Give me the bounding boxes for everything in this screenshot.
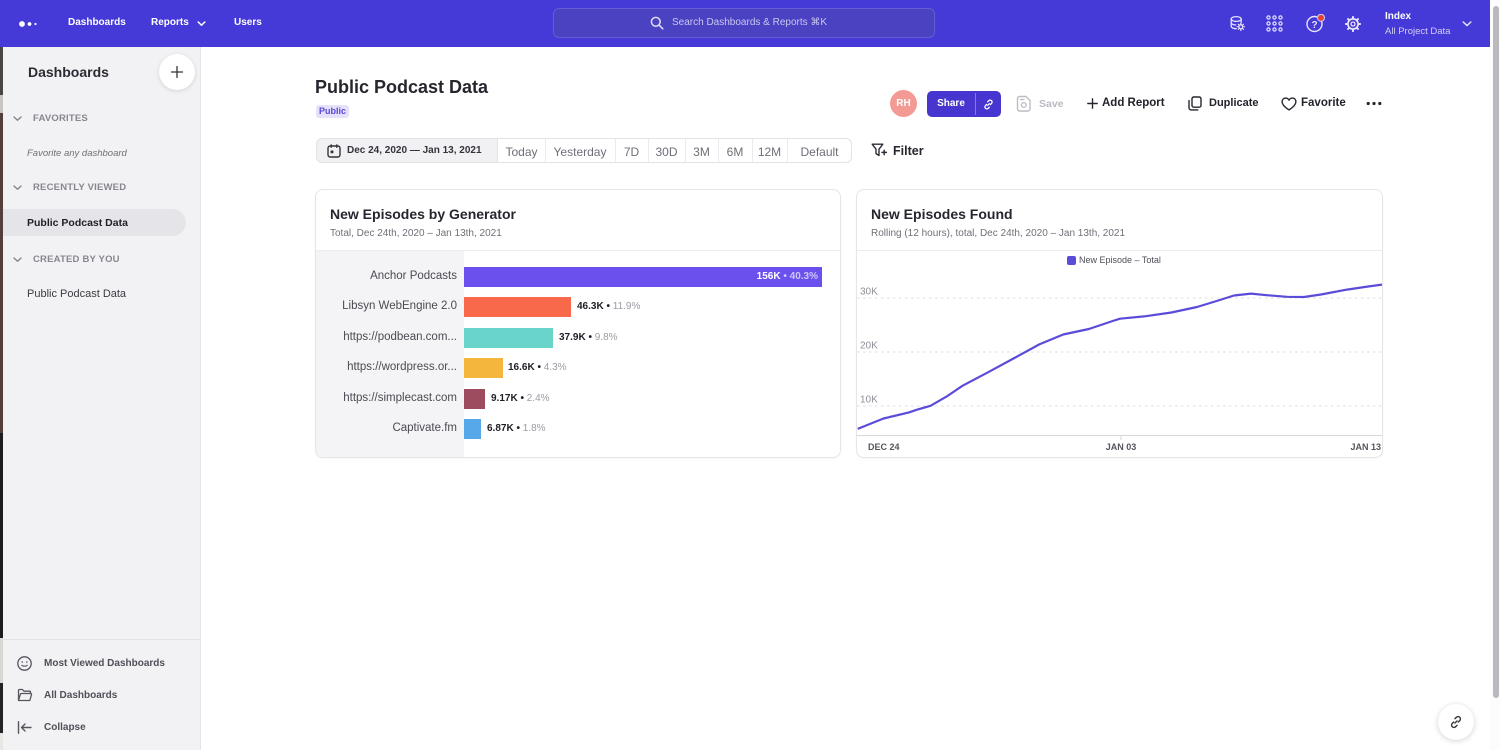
svg-text:?: ?: [1311, 20, 1317, 31]
svg-text:20K: 20K: [860, 341, 878, 352]
svg-text:JAN 13: JAN 13: [1350, 442, 1381, 452]
svg-text:10K: 10K: [860, 395, 878, 406]
svg-text:DEC 24: DEC 24: [868, 442, 900, 452]
svg-text:JAN 03: JAN 03: [1106, 442, 1137, 452]
svg-text:30K: 30K: [860, 287, 878, 298]
